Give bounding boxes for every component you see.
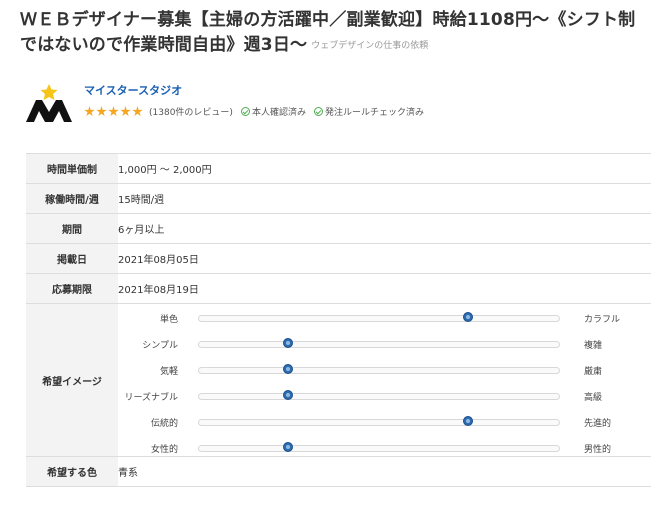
- detail-row-hourly-rate: 時間単価制 1,000円 ～ 2,000円: [26, 153, 651, 184]
- identity-verified-badge: 本人確認済み: [240, 105, 306, 118]
- slider-knob: [283, 442, 293, 452]
- star-icon: [84, 106, 95, 117]
- detail-row-posted-date: 掲載日 2021年08月05日: [26, 243, 651, 274]
- check-icon: [240, 107, 250, 116]
- slider-right-label: 先進的: [584, 419, 612, 429]
- detail-label: 応募期限: [26, 273, 118, 304]
- job-details-table: 時間単価制 1,000円 ～ 2,000円 稼働時間/週 15時間/週 期間 6…: [26, 153, 651, 487]
- detail-value: 2021年08月05日: [118, 243, 651, 274]
- slider-left-label: シンプル: [142, 341, 178, 351]
- review-count-link[interactable]: (1380件のレビュー): [149, 105, 233, 118]
- slider-left-label: 気軽: [159, 367, 178, 377]
- star-icon: [132, 106, 143, 117]
- slider-track: [198, 315, 560, 322]
- detail-label: 掲載日: [26, 243, 118, 274]
- slider-knob: [463, 312, 473, 322]
- check-icon: [313, 107, 323, 116]
- job-category[interactable]: ウェブデザインの仕事の依頼: [311, 41, 428, 51]
- page-title: ＷＥＢデザイナー募集【主婦の方活躍中／副業歓迎】時給1108円〜《シフト制ではな…: [20, 8, 652, 59]
- client-logo-icon[interactable]: [26, 82, 72, 122]
- image-slider-row: 単色 カラフル: [118, 310, 651, 326]
- star-icon: [120, 106, 131, 117]
- slider-track: [198, 445, 560, 452]
- slider-track: [198, 367, 560, 374]
- detail-row-period: 期間 6ヶ月以上: [26, 213, 651, 244]
- order-rules-checked-badge: 発注ルールチェック済み: [313, 105, 424, 118]
- slider-track: [198, 341, 560, 348]
- slider-left-label: 伝統的: [150, 419, 178, 429]
- client-section: マイスタースタジオ (1380件のレビュー) 本人確認済み 発注ルールチェック済…: [26, 80, 646, 124]
- star-icon: [108, 106, 119, 117]
- slider-right-label: 厳粛: [584, 367, 603, 377]
- detail-value: 青系: [118, 456, 651, 487]
- client-meta: (1380件のレビュー) 本人確認済み 発注ルールチェック済み: [84, 105, 432, 118]
- slider-knob: [463, 416, 473, 426]
- image-slider-row: 女性的 男性的: [118, 440, 651, 456]
- detail-label: 時間単価制: [26, 153, 118, 184]
- star-icon: [96, 106, 107, 117]
- client-name-link[interactable]: マイスタースタジオ: [84, 82, 182, 98]
- image-slider-row: リーズナブル 高級: [118, 388, 651, 404]
- detail-value: 6ヶ月以上: [118, 213, 651, 244]
- detail-row-deadline: 応募期限 2021年08月19日: [26, 273, 651, 304]
- detail-value: 15時間/週: [118, 183, 651, 214]
- slider-right-label: カラフル: [584, 315, 621, 325]
- detail-row-weekly-hours: 稼働時間/週 15時間/週: [26, 183, 651, 214]
- slider-knob: [283, 364, 293, 374]
- detail-value: 2021年08月19日: [118, 273, 651, 304]
- detail-label: 期間: [26, 213, 118, 244]
- detail-label: 希望イメージ: [26, 303, 118, 457]
- slider-left-label: リーズナブル: [124, 393, 178, 403]
- detail-row-desired-color: 希望する色 青系: [26, 456, 651, 487]
- image-slider-row: 伝統的 先進的: [118, 414, 651, 430]
- slider-left-label: 女性的: [150, 445, 178, 455]
- slider-right-label: 高級: [584, 393, 603, 403]
- slider-left-label: 単色: [159, 315, 178, 325]
- slider-right-label: 男性的: [584, 445, 612, 455]
- image-slider-row: シンプル 複雑: [118, 336, 651, 352]
- image-sliders: 単色 カラフルシンプル 複雑気軽 厳粛リーズナブル 高級伝統的 先進的女性的 男性的: [118, 304, 651, 456]
- image-sliders-cell: 単色 カラフルシンプル 複雑気軽 厳粛リーズナブル 高級伝統的 先進的女性的 男性的: [118, 303, 651, 457]
- image-slider-row: 気軽 厳粛: [118, 362, 651, 378]
- slider-track: [198, 419, 560, 426]
- detail-label: 稼働時間/週: [26, 183, 118, 214]
- detail-value: 1,000円 ～ 2,000円: [118, 153, 651, 184]
- rating-stars: [84, 106, 144, 117]
- slider-right-label: 複雑: [584, 341, 603, 351]
- detail-label: 希望する色: [26, 456, 118, 487]
- slider-track: [198, 393, 560, 400]
- detail-row-desired-image: 希望イメージ 単色 カラフルシンプル 複雑気軽 厳粛リーズナブル 高級伝統的 先進的女性的…: [26, 303, 651, 457]
- slider-knob: [283, 390, 293, 400]
- slider-knob: [283, 338, 293, 348]
